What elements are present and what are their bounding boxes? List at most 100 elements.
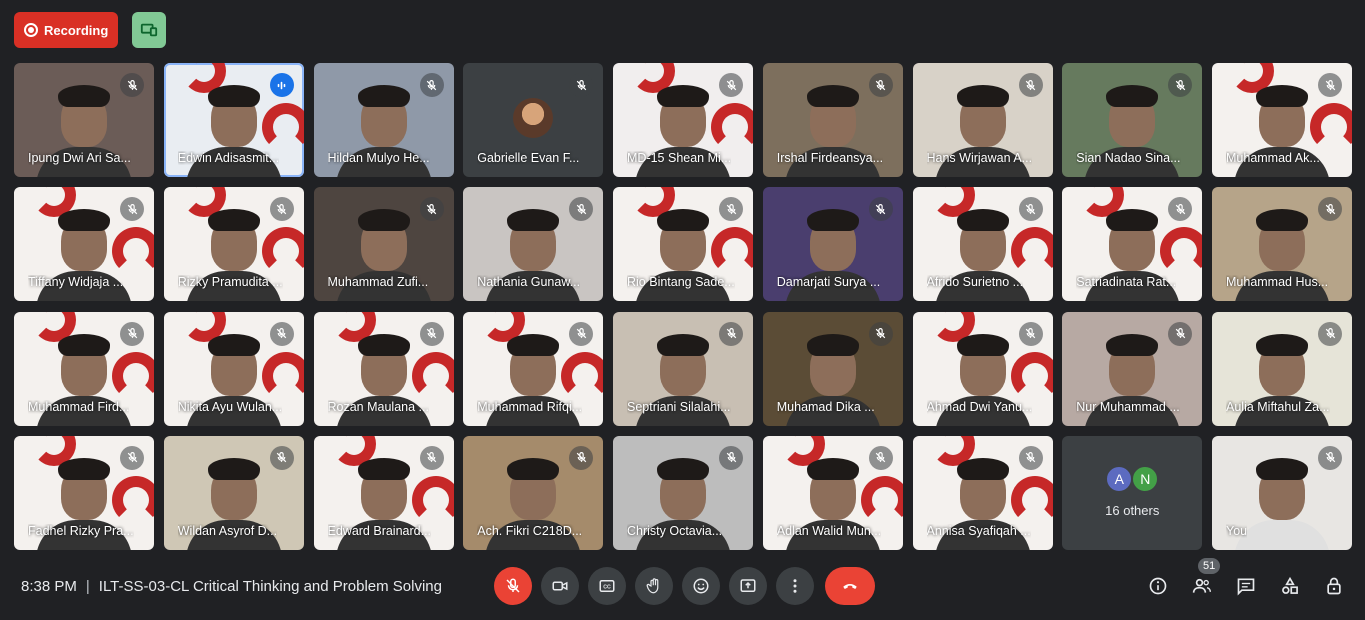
more-options-button[interactable]: [776, 567, 814, 605]
meeting-details-button[interactable]: [1146, 574, 1169, 597]
participant-tile[interactable]: Muhamad Dika ...: [762, 311, 903, 426]
mic-muted-icon[interactable]: [1168, 197, 1193, 222]
participant-tile[interactable]: Rozan Maulana ...: [313, 311, 454, 426]
participant-tile[interactable]: Rio Bintang Sade...: [613, 187, 753, 302]
mic-off-button[interactable]: [494, 567, 532, 605]
participant-tile[interactable]: Irshal Firdeansya...: [762, 63, 903, 177]
separator: |: [85, 578, 90, 595]
people-button[interactable]: 51: [1190, 558, 1221, 597]
person-hair: [507, 457, 560, 480]
participant-tile[interactable]: Satriadinata Rat...: [1062, 187, 1203, 302]
person-hair: [507, 209, 560, 232]
participant-tile[interactable]: Christy Octavia...: [613, 435, 753, 550]
participant-tile[interactable]: Ahmad Dwi Yanu...: [912, 311, 1053, 426]
participant-tile[interactable]: Muhammad Rifqi...: [463, 311, 604, 426]
mic-muted-icon[interactable]: [120, 321, 144, 346]
mic-muted-icon[interactable]: [1018, 197, 1043, 222]
participant-tile[interactable]: Gabrielle Evan F...: [463, 63, 604, 177]
participant-tile[interactable]: Nathania Gunaw...: [463, 187, 604, 302]
participant-tile[interactable]: Ach. Fikri C218D...: [463, 435, 604, 550]
participant-name: Nur Muhammad ...: [1076, 399, 1180, 414]
participant-tile[interactable]: Wildan Asyrof D...: [163, 435, 304, 550]
present-button[interactable]: [729, 567, 767, 605]
activities-button[interactable]: [1278, 574, 1301, 597]
participant-tile[interactable]: Tiffany Widjaja ...: [14, 187, 154, 302]
mic-muted-icon[interactable]: [419, 321, 444, 346]
devices-icon[interactable]: [132, 12, 167, 48]
mic-muted-icon[interactable]: [1318, 445, 1342, 470]
participant-tile[interactable]: Muhammad Fird...: [14, 311, 154, 426]
participant-tile[interactable]: Sian Nadao Sina...: [1062, 63, 1203, 177]
person-hair: [357, 209, 410, 232]
mic-muted-icon[interactable]: [569, 321, 594, 346]
speaking-icon[interactable]: [269, 73, 294, 97]
chat-button[interactable]: [1234, 574, 1257, 597]
participant-tile[interactable]: Ipung Dwi Ari Sa...: [14, 63, 154, 177]
raise-hand-button[interactable]: [635, 567, 673, 605]
hand-icon: [646, 578, 659, 594]
participant-tile[interactable]: Edward Brainard...: [313, 435, 454, 550]
mic-muted-icon[interactable]: [719, 445, 743, 470]
leave-call-button[interactable]: [825, 567, 875, 605]
others-count: 16 others: [1105, 502, 1160, 518]
mic-muted-icon[interactable]: [719, 197, 743, 222]
mic-muted-icon[interactable]: [569, 445, 594, 470]
participant-tile[interactable]: Rizky Pramudita ...: [163, 187, 304, 302]
mic-muted-icon[interactable]: [1318, 197, 1342, 222]
reactions-button[interactable]: [682, 567, 720, 605]
participant-tile[interactable]: MD-15 Shean Mi...: [613, 63, 753, 177]
mic-muted-icon[interactable]: [1318, 73, 1342, 97]
recording-indicator[interactable]: Recording: [14, 12, 119, 48]
mic-muted-icon[interactable]: [868, 321, 893, 346]
mic-muted-icon[interactable]: [719, 321, 743, 346]
participant-tile[interactable]: Aulia Miftahul Za...: [1212, 311, 1352, 426]
mic-muted-icon[interactable]: [719, 73, 743, 97]
participant-tile[interactable]: Damarjati Surya ...: [762, 187, 903, 302]
participant-tile[interactable]: Hans Wirjawan A...: [912, 63, 1053, 177]
logo-ring: [411, 475, 454, 524]
mic-muted-icon[interactable]: [419, 197, 444, 222]
participant-tile[interactable]: Adlan Walid Mun...: [762, 435, 903, 550]
mic-muted-icon[interactable]: [269, 445, 294, 470]
mic-muted-icon[interactable]: [120, 197, 144, 222]
captions-button[interactable]: CC: [588, 567, 626, 605]
participant-tile[interactable]: Muhammad Zufi...: [313, 187, 454, 302]
side-panel-controls: 51: [1146, 558, 1345, 597]
participant-tile[interactable]: Muhammad Ak...: [1212, 63, 1352, 177]
participant-name: Adlan Walid Mun...: [776, 523, 882, 538]
mic-muted-icon[interactable]: [120, 445, 144, 470]
mic-muted-icon[interactable]: [1168, 73, 1193, 97]
participant-tile[interactable]: Nur Muhammad ...: [1062, 311, 1203, 426]
mic-muted-icon[interactable]: [419, 73, 444, 97]
mic-muted-icon[interactable]: [868, 73, 893, 97]
host-controls-button[interactable]: [1322, 574, 1345, 597]
mic-muted-icon[interactable]: [269, 321, 294, 346]
participant-name: Damarjati Surya ...: [776, 275, 881, 290]
mic-muted-icon[interactable]: [1018, 445, 1043, 470]
self-tile[interactable]: You: [1212, 435, 1352, 550]
participant-tile[interactable]: Fadhel Rizky Pra...: [14, 435, 154, 550]
participant-tile[interactable]: Afrido Surietno ...: [912, 187, 1053, 302]
participant-tile[interactable]: Septriani Silalahi...: [613, 311, 753, 426]
participant-tile[interactable]: Nikita Ayu Wulan...: [163, 311, 304, 426]
person-hair: [58, 457, 110, 480]
mic-muted-icon[interactable]: [868, 197, 893, 222]
mic-muted-icon[interactable]: [569, 197, 594, 222]
mic-muted-icon[interactable]: [1018, 73, 1043, 97]
participant-tile[interactable]: Muhammad Hus...: [1212, 187, 1352, 302]
participant-name: Rizky Pramudita ...: [177, 275, 283, 290]
mic-muted-icon[interactable]: [868, 445, 893, 470]
participant-tile[interactable]: Annisa Syafiqah ...: [912, 435, 1053, 550]
mic-muted-icon[interactable]: [1018, 321, 1043, 346]
mic-muted-icon[interactable]: [120, 73, 144, 97]
others-tile[interactable]: A N 16 others: [1062, 435, 1203, 550]
mic-muted-icon[interactable]: [1318, 321, 1342, 346]
mic-muted-icon[interactable]: [419, 445, 444, 470]
mic-muted-icon[interactable]: [1168, 321, 1193, 346]
mic-muted-icon[interactable]: [569, 73, 594, 97]
participant-tile[interactable]: Hildan Mulyo He...: [313, 63, 454, 177]
mic-muted-icon[interactable]: [269, 197, 294, 222]
participant-tile[interactable]: Edwin Adisasmit...: [163, 63, 304, 177]
person-body: [1234, 519, 1330, 550]
camera-button[interactable]: [541, 567, 579, 605]
